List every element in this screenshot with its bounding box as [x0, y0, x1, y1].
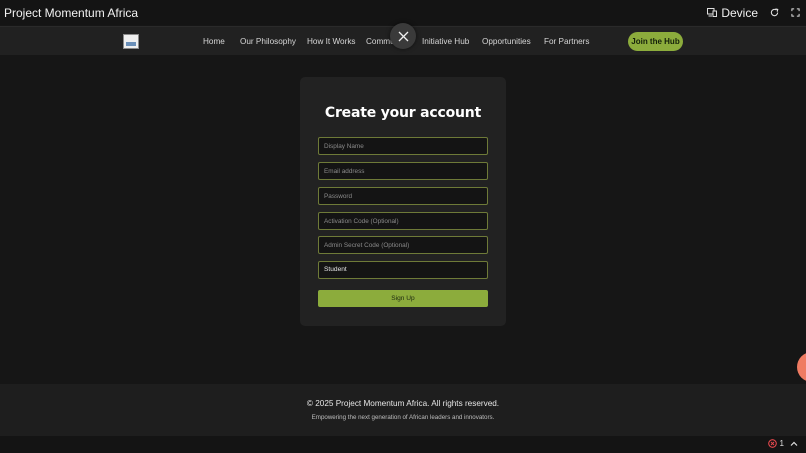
activation-code-input[interactable]: [318, 212, 488, 230]
join-hub-button[interactable]: Join the Hub: [628, 32, 683, 51]
nav-link-partners[interactable]: For Partners: [544, 27, 590, 56]
footer-copyright: © 2025 Project Momentum Africa. All righ…: [306, 399, 500, 408]
footer-tagline: Empowering the next generation of Africa…: [311, 414, 495, 421]
display-name-input[interactable]: [318, 137, 488, 155]
chevron-up-icon[interactable]: [790, 440, 798, 448]
error-indicator[interactable]: 1: [767, 439, 784, 448]
signup-button[interactable]: Sign Up: [318, 290, 488, 307]
password-input[interactable]: [318, 187, 488, 205]
app-controls: Device: [707, 6, 800, 20]
nav-link-home[interactable]: Home: [203, 27, 225, 56]
nav-link-how-it-works[interactable]: How It Works: [307, 27, 356, 56]
nav-link-philosophy[interactable]: Our Philosophy: [240, 27, 296, 56]
status-bar: 1: [0, 436, 806, 453]
admin-code-input[interactable]: [318, 236, 488, 254]
error-count: 1: [779, 439, 784, 448]
app-bar: Project Momentum Africa Device: [0, 0, 806, 25]
refresh-icon[interactable]: [770, 8, 779, 17]
app-title: Project Momentum Africa: [4, 5, 139, 20]
device-button[interactable]: Device: [707, 6, 758, 20]
signup-title: Create your account: [324, 105, 482, 121]
nav-link-opportunities[interactable]: Opportunities: [482, 27, 531, 56]
footer: © 2025 Project Momentum Africa. All righ…: [0, 384, 806, 436]
nav-link-initiative-hub[interactable]: Initiative Hub: [422, 27, 469, 56]
site-logo[interactable]: [123, 34, 139, 49]
role-select[interactable]: Student: [318, 261, 488, 279]
floating-action-button[interactable]: [797, 352, 806, 382]
signup-card: Create your account Student Sign Up: [300, 77, 506, 326]
device-icon: [707, 8, 718, 17]
fullscreen-icon[interactable]: [791, 8, 800, 17]
error-icon: [767, 439, 777, 448]
email-input[interactable]: [318, 162, 488, 180]
close-button[interactable]: [390, 23, 416, 49]
device-label: Device: [721, 5, 758, 20]
close-icon: [398, 31, 409, 42]
